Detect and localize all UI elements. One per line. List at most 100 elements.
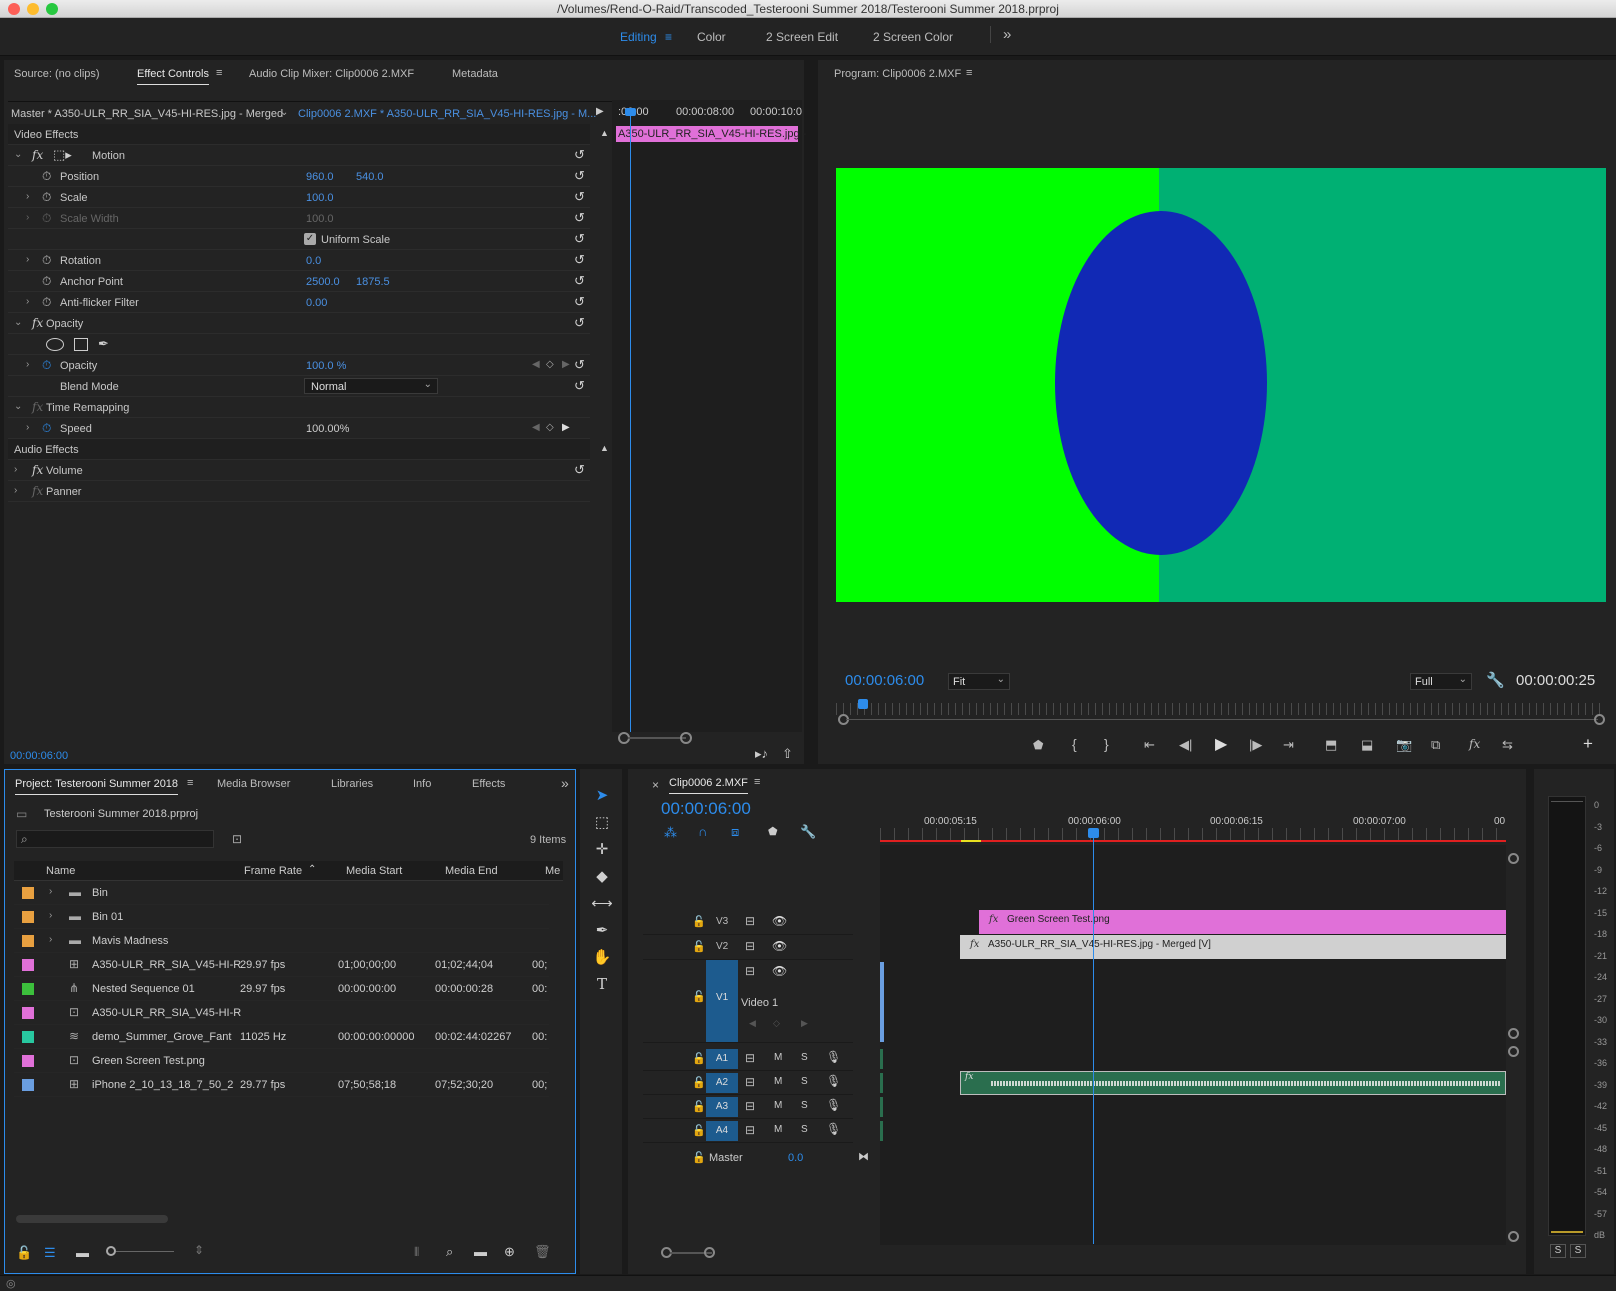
track-label-v2[interactable]: V2 (716, 941, 728, 952)
timeline-timecode[interactable]: 00:00:06:00 (661, 799, 751, 819)
opacity-group-row[interactable]: ⌄ fx Opacity ↺ (8, 313, 590, 334)
stopwatch-icon[interactable]: ⏱ (42, 421, 51, 436)
zoom-slider[interactable] (116, 1251, 174, 1252)
solo-button[interactable]: S (801, 1076, 808, 1087)
step-forward-icon[interactable]: |▶ (1249, 737, 1262, 753)
multi-camera-icon[interactable]: ⇆ (1502, 737, 1513, 753)
list-item[interactable]: › ▬ Mavis Madness (14, 930, 549, 953)
chevron-down-icon[interactable]: ⌄ (280, 107, 288, 118)
label-color-swatch[interactable] (22, 911, 34, 923)
nest-icon[interactable]: ⁂ (664, 825, 677, 841)
label-color-swatch[interactable] (22, 935, 34, 947)
snap-magnet-icon[interactable]: ∩ (698, 824, 707, 839)
reset-icon[interactable]: ↺ (574, 231, 585, 247)
timeline-playhead-handle[interactable] (1088, 828, 1099, 838)
panel-menu-icon[interactable]: ≡ (754, 776, 760, 788)
reset-icon[interactable]: ↺ (574, 252, 585, 268)
pen-tool-icon[interactable]: ✒ (590, 921, 614, 945)
scale-value[interactable]: 100.0 (306, 192, 334, 204)
solo-right-button[interactable]: S (1570, 1244, 1586, 1258)
reset-icon[interactable]: ↺ (574, 294, 585, 310)
step-back-icon[interactable]: ◀| (1179, 737, 1192, 753)
export-icon[interactable]: ⇧ (782, 746, 793, 762)
tab-sequence[interactable]: Clip0006 2.MXF (669, 777, 748, 794)
anchor-y-value[interactable]: 1875.5 (356, 276, 390, 288)
solo-left-button[interactable]: S (1550, 1244, 1566, 1258)
selection-tool-icon[interactable]: ➤ (590, 786, 614, 810)
lock-icon[interactable]: 🔓 (692, 1076, 706, 1089)
microphone-icon[interactable]: 🎙 (826, 1050, 841, 1064)
program-playhead[interactable] (858, 699, 868, 709)
fx-icon[interactable]: fx (32, 148, 43, 162)
uniform-scale-checkbox[interactable]: ✓ (304, 233, 316, 245)
reset-icon[interactable]: ↺ (574, 462, 585, 478)
previous-keyframe-icon[interactable]: ◀ (532, 422, 540, 433)
program-video-frame[interactable] (836, 168, 1606, 602)
mini-playhead[interactable] (630, 110, 631, 732)
lock-icon[interactable]: 🔓 (692, 940, 706, 953)
zoom-scroll-bar[interactable] (628, 737, 686, 739)
more-workspaces-icon[interactable]: » (990, 26, 1011, 43)
add-keyframe-icon[interactable]: ◇ (546, 359, 554, 370)
sync-lock-icon[interactable]: ⊟ (745, 939, 755, 953)
stopwatch-icon[interactable]: ⏱ (42, 358, 51, 373)
button-editor-plus-icon[interactable]: + (1583, 734, 1593, 754)
anchor-x-value[interactable]: 2500.0 (306, 276, 340, 288)
stopwatch-icon[interactable]: ⏱ (42, 274, 51, 289)
label-color-swatch[interactable] (22, 1055, 34, 1067)
sync-lock-icon[interactable]: ⊟ (745, 964, 755, 978)
lock-icon[interactable]: 🔓 (692, 915, 706, 928)
panel-menu-icon[interactable]: ≡ (187, 777, 193, 789)
track-target-a4[interactable]: A4 (706, 1121, 738, 1141)
mark-in-icon[interactable]: { (1072, 736, 1077, 752)
more-panels-icon[interactable]: » (561, 775, 569, 791)
label-color-swatch[interactable] (22, 1079, 34, 1091)
fx-icon[interactable]: fx (32, 316, 43, 330)
lock-icon[interactable]: 🔓 (16, 1245, 32, 1261)
next-keyframe-icon[interactable]: ▶ (562, 422, 570, 433)
slip-tool-icon[interactable]: ⟷ (590, 894, 614, 918)
export-frame-camera-icon[interactable]: 📷 (1396, 737, 1412, 753)
razor-tool-icon[interactable]: ◆ (590, 867, 614, 891)
timeline-zoom-right-handle[interactable] (704, 1247, 715, 1258)
track-label-v3[interactable]: V3 (716, 916, 728, 927)
reset-icon[interactable]: ↺ (574, 168, 585, 184)
reset-icon[interactable]: ↺ (574, 378, 585, 394)
go-to-in-icon[interactable]: ⇤ (1144, 737, 1155, 753)
volume-row[interactable]: › fx Volume ↺ (8, 460, 590, 481)
tab-source[interactable]: Source: (no clips) (14, 68, 100, 80)
comparison-view-icon[interactable]: ⧉ (1431, 737, 1440, 753)
column-media-start[interactable]: Media Start (346, 865, 402, 877)
timeline-playhead[interactable] (1093, 832, 1094, 1244)
label-color-swatch[interactable] (22, 887, 34, 899)
label-color-swatch[interactable] (22, 1031, 34, 1043)
workspace-editing[interactable]: Editing (620, 30, 657, 44)
workspace-2-screen-color[interactable]: 2 Screen Color (873, 30, 953, 44)
clear-trash-icon[interactable]: 🗑 (534, 1244, 551, 1260)
sync-lock-icon[interactable]: ⊟ (745, 914, 755, 928)
playback-resolution-select[interactable]: Full ⌄ (1410, 673, 1472, 690)
new-item-icon[interactable]: ⊕ (504, 1244, 515, 1260)
play-icon[interactable]: ▶ (1215, 734, 1227, 754)
microphone-icon[interactable]: 🎙 (826, 1074, 841, 1088)
ellipse-mask-icon[interactable] (46, 338, 64, 351)
sync-lock-icon[interactable]: ⊟ (745, 1051, 755, 1065)
find-icon[interactable]: ⌕ (446, 1244, 453, 1260)
track-target-v1[interactable]: V1 (706, 960, 738, 1042)
add-keyframe-icon[interactable]: ◇ (546, 422, 554, 433)
panel-menu-icon[interactable]: ≡ (216, 67, 222, 79)
track-target-a3[interactable]: A3 (706, 1097, 738, 1117)
project-horizontal-scrollbar[interactable] (16, 1215, 168, 1223)
next-keyframe-icon[interactable]: ▶ (801, 1018, 808, 1029)
project-search-input[interactable]: ⌕ (16, 830, 214, 848)
type-tool-icon[interactable]: T (590, 975, 614, 999)
audio-scroll-bottom-handle[interactable] (1508, 1231, 1519, 1242)
effect-controls-timecode[interactable]: 00:00:06:00 (10, 750, 68, 762)
clip-a2[interactable]: fx (960, 1071, 1506, 1095)
lift-icon[interactable]: ⬒ (1325, 737, 1337, 753)
previous-keyframe-icon[interactable]: ◀ (749, 1018, 756, 1029)
lock-icon[interactable]: 🔓 (692, 990, 706, 1003)
master-end-icon[interactable]: ⧓ (858, 1150, 869, 1163)
eye-icon[interactable]: 👁 (772, 914, 787, 928)
new-search-bin-icon[interactable]: ⊡ (232, 832, 242, 846)
